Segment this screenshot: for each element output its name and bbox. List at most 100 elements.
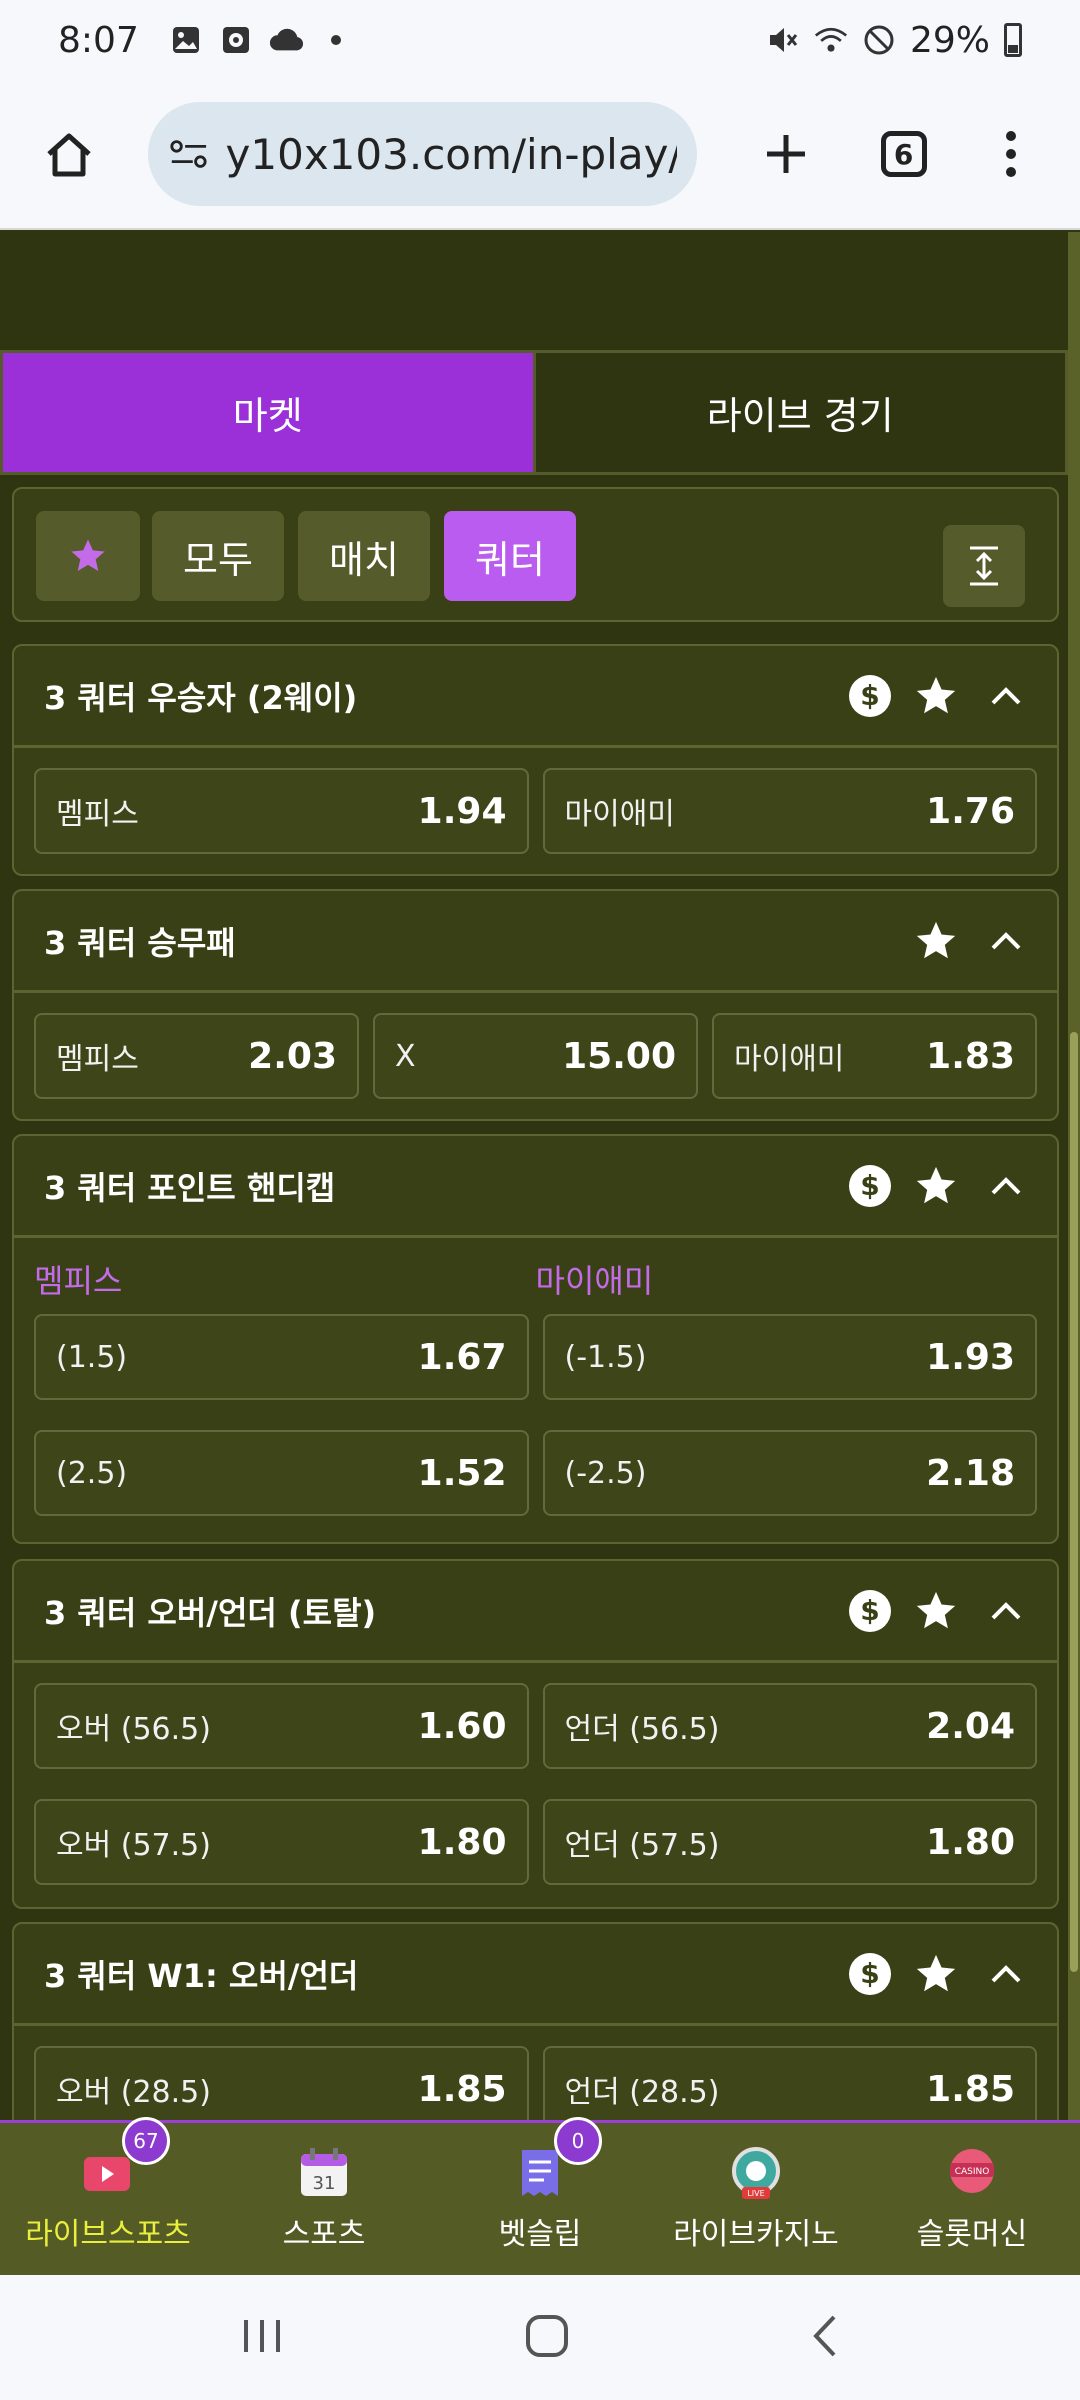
calendar-icon: 31 [296, 2145, 352, 2201]
odds-button[interactable]: 멤피스 2.03 [34, 1013, 359, 1099]
odds-button[interactable]: 마이애미 1.76 [542, 768, 1037, 854]
mute-icon [766, 23, 800, 57]
do-not-disturb-icon [862, 23, 896, 57]
status-time: 8:07 [58, 19, 139, 61]
market-header[interactable]: 3 쿼터 승무패 [14, 891, 1057, 993]
dollar-icon: $ [849, 1164, 891, 1207]
address-bar[interactable]: y10x103.com/in-play/r [147, 102, 698, 206]
market-card: 3 쿼터 오버/언더 (토탈) $ 오버 (56.5) 1.60 언더 (56.5… [12, 1559, 1059, 1909]
chevron-up-icon[interactable] [985, 1590, 1027, 1632]
odds-button[interactable]: 오버 (57.5) 1.80 [34, 1799, 529, 1885]
new-tab-button[interactable] [747, 114, 825, 194]
betslip-icon: 0 [512, 2117, 602, 2201]
nav-live-casino[interactable]: LIVE 라이브카지노 [648, 2123, 864, 2275]
cloud-icon [269, 23, 303, 57]
more-vert-icon [1006, 131, 1017, 177]
market-card: 3 쿼터 승무패 멤피스 2.03 X 15.00 마이애미 1.83 [12, 889, 1059, 1121]
page-scrollbar[interactable] [1068, 232, 1080, 2120]
url-text: y10x103.com/in-play/r [225, 129, 678, 179]
nav-label: 슬롯머신 [916, 2217, 1028, 2252]
screen-record-icon [219, 23, 253, 57]
market-title: 3 쿼터 포인트 핸디캡 [44, 1168, 336, 1207]
filter-match-button[interactable]: 매치 [298, 511, 430, 601]
live-count-badge: 67 [122, 2117, 170, 2165]
dollar-icon: $ [849, 1952, 891, 1995]
odds-button[interactable]: (-1.5) 1.93 [542, 1314, 1037, 1400]
odds-button[interactable]: (-2.5) 2.18 [542, 1430, 1037, 1516]
browser-toolbar: y10x103.com/in-play/r 6 [0, 80, 1080, 230]
page-content: 마켓 라이브 경기 모두 매치 쿼터 3 쿼터 우승자 (2웨이) $ 멤피스 1… [0, 232, 1068, 2120]
dot-icon [319, 23, 353, 57]
battery-percent: 29% [909, 19, 990, 61]
market-card: 3 쿼터 우승자 (2웨이) $ 멤피스 1.94 마이애미 1.76 [12, 644, 1059, 876]
back-button[interactable] [810, 2313, 840, 2363]
nav-slot-machine[interactable]: CASINO 슬롯머신 [864, 2123, 1080, 2275]
market-header[interactable]: 3 쿼터 포인트 핸디캡 $ [14, 1136, 1057, 1238]
favorite-star-icon[interactable] [913, 673, 959, 719]
svg-text:LIVE: LIVE [747, 2189, 764, 2198]
odds-button[interactable]: 멤피스 1.94 [34, 768, 529, 854]
nav-label: 라이브카지노 [673, 2217, 839, 2252]
chevron-up-icon[interactable] [985, 1165, 1027, 1207]
battery-icon [1004, 23, 1022, 57]
menu-button[interactable] [972, 114, 1050, 194]
dollar-icon: $ [849, 1589, 891, 1632]
market-card: 3 쿼터 포인트 핸디캡 $ 멤피스 마이애미 (1.5) 1.67 (-1.5)… [12, 1134, 1059, 1544]
wifi-icon [814, 23, 848, 57]
tab-live-games[interactable]: 라이브 경기 [532, 353, 1065, 472]
nav-label: 라이브스포츠 [25, 2217, 191, 2252]
odds-button[interactable]: 마이애미 1.83 [712, 1013, 1037, 1099]
filter-all-button[interactable]: 모두 [152, 511, 284, 601]
chevron-up-icon[interactable] [985, 1953, 1027, 1995]
favorite-star-icon[interactable] [913, 1163, 959, 1209]
slot-casino-icon: CASINO [944, 2145, 1000, 2201]
live-casino-icon: LIVE [728, 2145, 784, 2201]
nav-label: 벳슬립 [498, 2217, 582, 2252]
market-title: 3 쿼터 오버/언더 (토탈) [44, 1593, 377, 1632]
tab-count: 6 [880, 131, 927, 177]
filter-quarter-button[interactable]: 쿼터 [444, 511, 576, 601]
recent-apps-icon [244, 2319, 280, 2352]
odds-button[interactable]: (2.5) 1.52 [34, 1430, 529, 1516]
market-header[interactable]: 3 쿼터 우승자 (2웨이) $ [14, 646, 1057, 748]
team-home-label: 멤피스 [34, 1262, 123, 1300]
live-sports-icon: 67 [80, 2117, 170, 2201]
odds-button[interactable]: 언더 (28.5) 1.85 [542, 2046, 1037, 2120]
market-header[interactable]: 3 쿼터 W1: 오버/언더 $ [14, 1924, 1057, 2026]
odds-button[interactable]: 오버 (56.5) 1.60 [34, 1683, 529, 1769]
market-title: 3 쿼터 W1: 오버/언더 [44, 1956, 359, 1995]
star-icon [71, 539, 105, 571]
nav-label: 스포츠 [282, 2217, 366, 2252]
nav-live-sports[interactable]: 67 라이브스포츠 [0, 2117, 216, 2275]
tab-switcher-button[interactable]: 6 [865, 114, 943, 194]
market-header[interactable]: 3 쿼터 오버/언더 (토탈) $ [14, 1561, 1057, 1663]
favorite-star-icon[interactable] [913, 918, 959, 964]
market-title: 3 쿼터 승무패 [44, 923, 236, 962]
collapse-all-button[interactable] [943, 525, 1025, 607]
odds-button[interactable]: 언더 (56.5) 2.04 [542, 1683, 1037, 1769]
nav-betslip[interactable]: 0 벳슬립 [432, 2117, 648, 2275]
collapse-all-icon [970, 546, 998, 586]
favorite-star-icon[interactable] [913, 1588, 959, 1634]
tab-markets[interactable]: 마켓 [3, 353, 533, 472]
favorite-star-icon[interactable] [913, 1951, 959, 1997]
home-icon [47, 133, 91, 177]
system-navigation-bar [0, 2275, 1080, 2400]
market-title: 3 쿼터 우승자 (2웨이) [44, 678, 358, 717]
status-bar: 8:07 29% [0, 0, 1080, 80]
bottom-navigation: 67 라이브스포츠 31 스포츠 0 벳슬립 LIVE 라이브카지노 CASIN… [0, 2117, 1080, 2275]
nav-sports[interactable]: 31 스포츠 [216, 2123, 432, 2275]
scrollbar-thumb[interactable] [1070, 1032, 1078, 1972]
home-button[interactable] [30, 114, 108, 194]
recent-apps-button[interactable] [240, 2316, 284, 2360]
odds-button[interactable]: 오버 (28.5) 1.85 [34, 2046, 529, 2120]
odds-button[interactable]: (1.5) 1.67 [34, 1314, 529, 1400]
home-nav-button[interactable] [524, 2313, 570, 2363]
odds-button[interactable]: X 15.00 [373, 1013, 698, 1099]
favorites-filter-button[interactable] [36, 511, 140, 601]
main-tabs: 마켓 라이브 경기 [0, 350, 1068, 475]
chevron-up-icon[interactable] [985, 920, 1027, 962]
home-circle-icon [526, 2314, 568, 2357]
odds-button[interactable]: 언더 (57.5) 1.80 [542, 1799, 1037, 1885]
chevron-up-icon[interactable] [985, 675, 1027, 717]
